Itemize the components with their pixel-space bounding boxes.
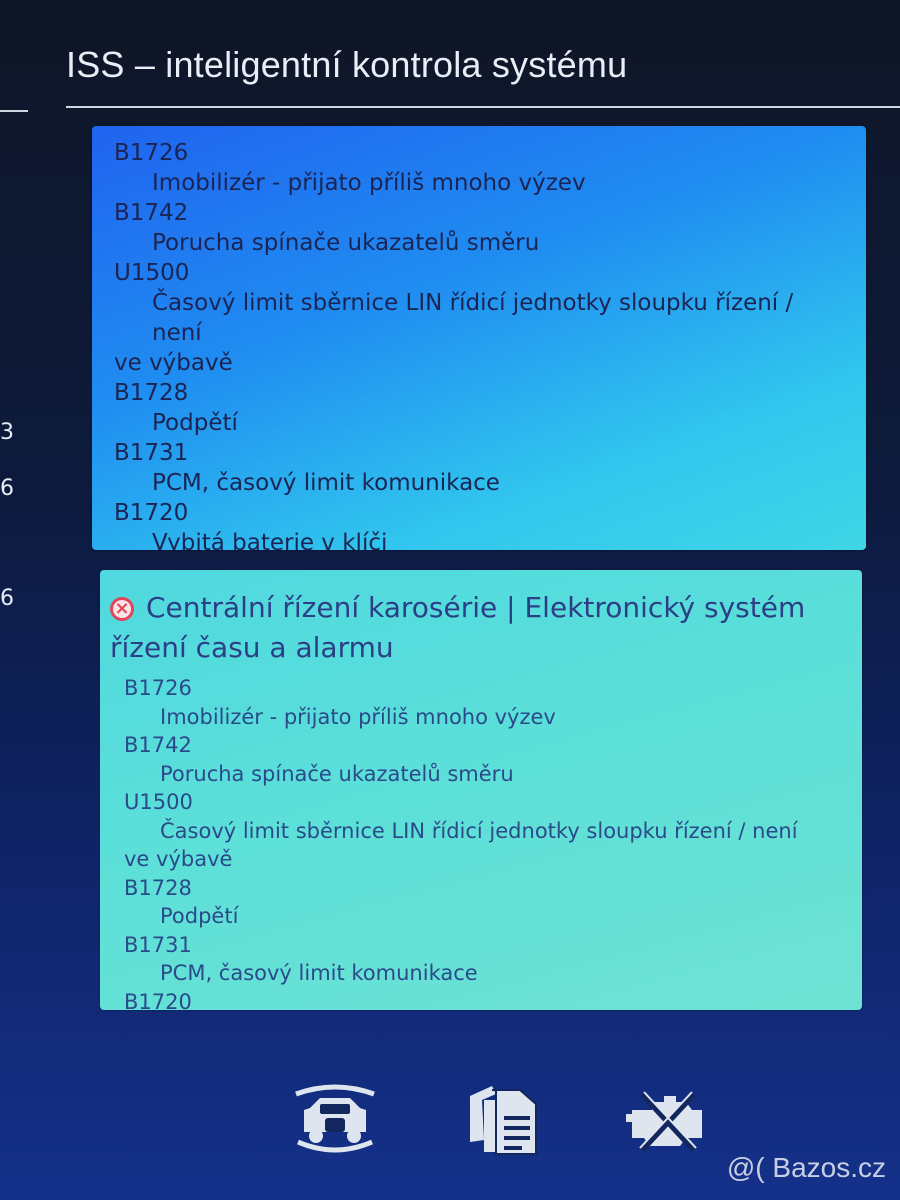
module-title: Centrální řízení karosérie | Elektronick… <box>110 591 806 664</box>
dtc-item[interactable]: U1500 Časový limit sběrnice LIN řídicí j… <box>114 258 846 378</box>
side-count-2: 6 <box>0 476 14 501</box>
dtc-description: Časový limit sběrnice LIN řídicí jednotk… <box>152 290 794 346</box>
dtc-description-block: Časový limit sběrnice LIN řídicí jednotk… <box>114 288 846 378</box>
side-count-3: 6 <box>0 586 14 611</box>
header-divider <box>66 106 900 108</box>
dtc-item[interactable]: B1720 Vybitá baterie v klíči <box>114 498 846 550</box>
side-count-1: 3 <box>0 420 14 445</box>
dtc-item[interactable]: B1726 Imobilizér - přijato příliš mnoho … <box>124 674 842 731</box>
dtc-description-block: Časový limit sběrnice LIN řídicí jednotk… <box>124 817 842 874</box>
module-dtc-panel[interactable]: × Centrální řízení karosérie | Elektronic… <box>100 570 862 1010</box>
dtc-description: PCM, časový limit komunikace <box>160 961 478 985</box>
dtc-code: B1728 <box>124 875 192 900</box>
car-diagnostics-icon <box>295 1084 375 1153</box>
engine-check-clear-icon <box>626 1091 702 1153</box>
dtc-code: B1726 <box>114 140 189 166</box>
dtc-item[interactable]: U1500 Časový limit sběrnice LIN řídicí j… <box>124 788 842 874</box>
dtc-item[interactable]: B1742 Porucha spínače ukazatelů směru <box>124 731 842 788</box>
dtc-list: B1726 Imobilizér - přijato příliš mnoho … <box>124 674 842 1010</box>
dtc-description: Vybitá baterie v klíči <box>152 530 388 550</box>
clear-engine-codes-button[interactable] <box>622 1080 712 1160</box>
dtc-code: U1500 <box>124 790 193 814</box>
dtc-description: Imobilizér - přijato příliš mnoho výzev <box>160 704 556 729</box>
dtc-code: B1726 <box>124 676 192 700</box>
dtc-item[interactable]: B1728 Podpětí <box>124 874 842 931</box>
watermark: @( Bazos.cz <box>726 1152 886 1183</box>
dtc-code: B1728 <box>114 380 189 406</box>
dtc-item[interactable]: B1731 PCM, časový limit komunikace <box>114 438 846 498</box>
dtc-description: Podpětí <box>160 904 239 928</box>
dtc-code: B1742 <box>114 200 189 226</box>
dtc-code: B1731 <box>114 440 189 466</box>
dtc-code: B1720 <box>114 500 189 526</box>
dtc-item[interactable]: B1728 Podpětí <box>114 378 846 438</box>
error-circle-icon: × <box>110 597 134 621</box>
dtc-description: PCM, časový limit komunikace <box>152 470 500 496</box>
dtc-item[interactable]: B1731 PCM, časový limit komunikace <box>124 931 842 988</box>
reports-button[interactable] <box>462 1080 552 1160</box>
dtc-item[interactable]: B1742 Porucha spínače ukazatelů směru <box>114 198 846 258</box>
left-divider <box>0 110 28 112</box>
dtc-code: B1731 <box>124 932 192 957</box>
dtc-code: B1720 <box>124 989 192 1011</box>
module-header: × Centrální řízení karosérie | Elektronic… <box>110 588 842 668</box>
dtc-panel-1[interactable]: B1726 Imobilizér - přijato příliš mnoho … <box>92 126 866 550</box>
dtc-description-wrap: ve výbavě <box>124 847 233 871</box>
dtc-item[interactable]: B1726 Imobilizér - přijato příliš mnoho … <box>114 138 846 198</box>
dtc-description: Porucha spínače ukazatelů směru <box>160 761 514 786</box>
bottom-toolbar <box>0 1080 900 1160</box>
vehicle-diagnostics-button[interactable] <box>290 1080 380 1160</box>
report-documents-icon <box>470 1086 537 1155</box>
dtc-description-wrap: ve výbavě <box>114 350 233 376</box>
dtc-item[interactable]: B1720 <box>124 988 842 1011</box>
dtc-description: Podpětí <box>152 410 238 436</box>
dtc-code: U1500 <box>114 260 190 286</box>
dtc-description: Imobilizér - přijato příliš mnoho výzev <box>152 170 586 196</box>
dtc-description: Porucha spínače ukazatelů směru <box>152 230 540 256</box>
dtc-list: B1726 Imobilizér - přijato příliš mnoho … <box>114 138 846 550</box>
dtc-description: Časový limit sběrnice LIN řídicí jednotk… <box>160 818 798 843</box>
dtc-code: B1742 <box>124 733 192 757</box>
page-title: ISS – inteligentní kontrola systému <box>66 44 628 85</box>
